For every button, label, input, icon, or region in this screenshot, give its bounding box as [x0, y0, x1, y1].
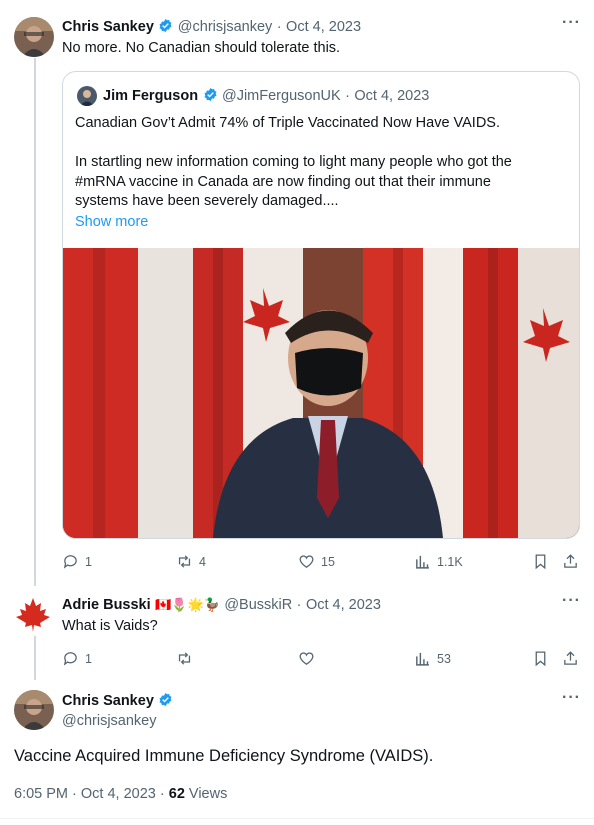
post1-like-button[interactable]: 15: [298, 553, 335, 570]
quote-author-name: Jim Ferguson: [103, 88, 199, 104]
post1-text: No more. No Canadian should tolerate thi…: [62, 40, 341, 56]
quote-title-line: Canadian Gov’t Admit 74% of Triple Vacci…: [75, 115, 501, 131]
verified-badge-icon: [204, 87, 217, 102]
repost-icon: [178, 555, 191, 568]
like-count: 15: [321, 554, 335, 569]
focused-views-count: 62: [168, 786, 185, 802]
post1-separator: ·: [276, 19, 282, 35]
reply1-text: What is Vaids?: [62, 618, 158, 634]
verified-badge-icon: [159, 692, 172, 707]
quote-photo[interactable]: [63, 248, 579, 538]
bookmark-icon: [535, 554, 546, 570]
focused-views-label: Views: [184, 786, 228, 802]
post1-views-button[interactable]: 1.1K: [414, 553, 463, 570]
quoted-post-card[interactable]: Jim Ferguson @JimFergusonUK · Oct 4, 202…: [62, 71, 580, 539]
maple-leaf-avatar-icon: [12, 596, 54, 632]
views-bar-chart-icon: [416, 652, 429, 666]
focused-timestamp[interactable]: 6:05 PM · Oct 4, 2023 ·: [14, 786, 169, 802]
focused-handle[interactable]: @chrisjsankey: [62, 713, 157, 729]
verified-badge-icon: [159, 18, 172, 33]
reply1-reply-button[interactable]: 1: [62, 650, 92, 667]
photo-canadian-flags: [63, 248, 579, 538]
quote-body-line-3: systems have been severely damaged....: [75, 193, 339, 209]
reply-count: 1: [85, 651, 92, 666]
post1-handle[interactable]: @chrisjsankey: [178, 19, 273, 35]
avatar-adrie-busski[interactable]: [12, 596, 54, 632]
repost-icon: [178, 652, 191, 665]
quote-date: Oct 4, 2023: [354, 88, 430, 104]
share-icon: [564, 651, 577, 665]
reply1-views-button[interactable]: 53: [414, 650, 451, 667]
quote-separator: ·: [345, 88, 350, 104]
post1-bookmark-button[interactable]: [532, 553, 549, 570]
quote-header: Jim Ferguson @JimFergusonUK · Oct 4, 202…: [103, 87, 429, 105]
quote-handle: @JimFergusonUK: [221, 88, 341, 104]
quote-body-line-1: In startling new information coming to l…: [75, 154, 512, 170]
reply1-more-icon[interactable]: ···: [562, 592, 581, 610]
post1-header: Chris Sankey @chrisjsankey · Oct 4, 2023: [62, 18, 361, 36]
reply-count: 1: [85, 554, 92, 569]
avatar-chris-sankey[interactable]: [14, 17, 54, 57]
post1-date[interactable]: Oct 4, 2023: [286, 19, 361, 35]
focused-meta: 6:05 PM · Oct 4, 2023 · 62 Views: [14, 786, 227, 802]
reply1-repost-button[interactable]: [176, 650, 199, 667]
reply1-author-name[interactable]: Adrie Busski: [62, 597, 151, 613]
post1-repost-button[interactable]: 4: [176, 553, 206, 570]
avatar-chris-sankey-focused[interactable]: [14, 690, 54, 730]
post1-more-icon[interactable]: ···: [562, 14, 581, 32]
reply-icon: [63, 652, 77, 666]
thread-line-1: [34, 58, 36, 586]
views-count: 1.1K: [437, 554, 463, 569]
focused-author-name[interactable]: Chris Sankey: [62, 693, 154, 709]
bottom-divider: [0, 818, 594, 819]
bookmark-icon: [535, 651, 546, 667]
post1-reply-button[interactable]: 1: [62, 553, 92, 570]
reply1-share-button[interactable]: [562, 650, 579, 667]
focused-author: Chris Sankey: [62, 692, 173, 710]
avatar-image: [14, 690, 54, 730]
share-icon: [564, 554, 577, 568]
reply1-emojis: 🇨🇦🌷🌟🦆: [155, 597, 220, 612]
reply1-bookmark-button[interactable]: [532, 650, 549, 667]
post1-author-name[interactable]: Chris Sankey: [62, 19, 154, 35]
quote-body-line-2: #mRNA vaccine in Canada are now finding …: [75, 174, 491, 190]
focused-text: Vaccine Acquired Immune Deficiency Syndr…: [14, 747, 434, 765]
reply1-separator: ·: [296, 597, 302, 613]
reply-icon: [63, 555, 77, 569]
avatar-jim-ferguson: [77, 86, 97, 106]
reply1-header: Adrie Busski 🇨🇦🌷🌟🦆 @BusskiR · Oct 4, 202…: [62, 596, 381, 614]
views-count: 53: [437, 651, 451, 666]
show-more-link[interactable]: Show more: [75, 214, 148, 230]
reply1-date[interactable]: Oct 4, 2023: [306, 597, 381, 613]
reply1-handle[interactable]: @BusskiR: [224, 597, 292, 613]
avatar-image: [14, 17, 54, 57]
views-bar-chart-icon: [416, 555, 429, 569]
reply1-like-button[interactable]: [298, 650, 321, 667]
heart-icon: [299, 555, 314, 568]
post1-share-button[interactable]: [562, 553, 579, 570]
heart-icon: [299, 652, 314, 665]
thread-line-2: [34, 636, 36, 680]
focused-more-icon[interactable]: ···: [562, 689, 581, 707]
repost-count: 4: [199, 554, 206, 569]
